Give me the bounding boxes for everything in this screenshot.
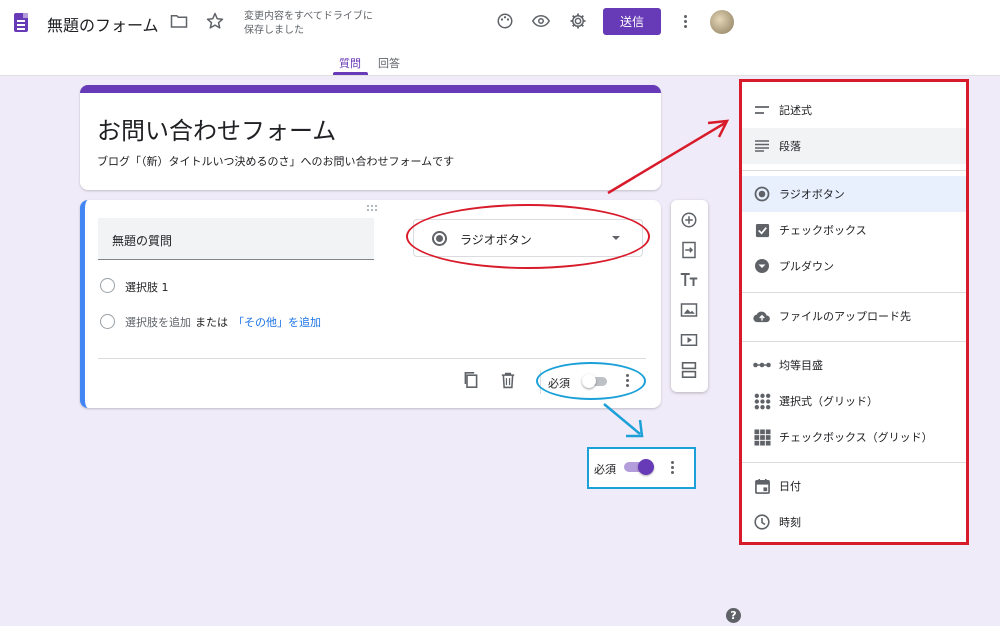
paragraph-icon xyxy=(753,137,771,155)
menu-item-checkbox-grid[interactable]: チェックボックス（グリッド） xyxy=(742,419,966,455)
question-type-menu: 記述式 段落 ラジオボタン チェックボックス プルダウン ファイルのアップロード… xyxy=(739,79,969,545)
or-text: または xyxy=(195,316,228,329)
form-title[interactable]: お問い合わせフォーム xyxy=(97,111,336,146)
drag-handle-icon[interactable] xyxy=(367,205,381,213)
type-highlight-ellipse xyxy=(406,204,650,269)
menu-item-radio[interactable]: ラジオボタン xyxy=(742,176,966,212)
import-questions-icon[interactable] xyxy=(679,240,699,260)
calendar-icon xyxy=(753,477,771,495)
add-option-radio-icon xyxy=(100,314,115,329)
menu-item-label: 均等目盛 xyxy=(779,359,823,372)
help-icon[interactable]: ? xyxy=(726,608,741,623)
menu-item-label: ラジオボタン xyxy=(779,188,845,201)
arrow-to-required-icon xyxy=(603,403,644,438)
add-image-icon[interactable] xyxy=(679,300,699,320)
card-divider xyxy=(98,358,646,359)
save-status-text: 変更内容をすべてドライブに保存しました xyxy=(244,11,373,36)
more-vert-icon[interactable] xyxy=(684,15,688,29)
required-highlight-ellipse xyxy=(536,362,646,400)
menu-item-label: 記述式 xyxy=(779,104,812,117)
menu-item-label: チェックボックス xyxy=(779,224,867,237)
required-toggle[interactable] xyxy=(624,459,656,475)
add-section-icon[interactable] xyxy=(679,360,699,380)
menu-item-label: 段落 xyxy=(779,140,801,153)
option-1-label[interactable]: 選択肢 1 xyxy=(125,279,169,295)
menu-item-short-answer[interactable]: 記述式 xyxy=(742,92,966,128)
add-other-link[interactable]: 「その他」を追加 xyxy=(233,314,321,330)
menu-separator xyxy=(742,170,966,171)
dropdown-icon xyxy=(753,257,771,275)
checkbox-icon xyxy=(753,221,771,239)
menu-item-label: 時刻 xyxy=(779,516,801,529)
cloud-upload-icon xyxy=(753,307,771,325)
preview-icon[interactable] xyxy=(532,12,550,30)
star-icon[interactable] xyxy=(206,12,224,30)
menu-item-linear-scale[interactable]: 均等目盛 xyxy=(742,347,966,383)
active-tab-indicator xyxy=(333,72,368,75)
menu-separator xyxy=(742,292,966,293)
question-toolbar xyxy=(671,200,708,392)
title-text-icon[interactable] xyxy=(679,270,699,290)
clock-icon xyxy=(753,513,771,531)
menu-item-checkbox[interactable]: チェックボックス xyxy=(742,212,966,248)
form-description[interactable]: ブログ「（新）タイトルいつ決めるのさ」へのお問い合わせフォームです xyxy=(97,153,454,169)
menu-item-label: 日付 xyxy=(779,480,801,493)
google-forms-icon[interactable] xyxy=(14,13,28,32)
menu-item-label: ファイルのアップロード先 xyxy=(779,310,911,323)
more-vert-icon[interactable] xyxy=(671,461,675,475)
top-app-bar: 無題のフォーム 変更内容をすべてドライブに保存しました 送信 質問 回答 xyxy=(0,0,1000,76)
palette-icon[interactable] xyxy=(496,12,514,30)
tab-responses[interactable]: 回答 xyxy=(378,55,400,71)
add-question-icon[interactable] xyxy=(679,210,699,230)
arrow-to-menu-icon xyxy=(607,119,730,195)
linear-scale-icon xyxy=(753,356,771,374)
menu-separator xyxy=(742,462,966,463)
question-title-input[interactable]: 無題の質問 xyxy=(98,218,374,260)
option-radio-icon xyxy=(100,278,115,293)
duplicate-icon[interactable] xyxy=(461,370,481,390)
required-zoom-box: 必須 xyxy=(587,447,696,489)
menu-item-label: チェックボックス（グリッド） xyxy=(779,431,933,444)
menu-item-file-upload[interactable]: ファイルのアップロード先 xyxy=(742,298,966,334)
menu-item-date[interactable]: 日付 xyxy=(742,468,966,504)
tab-questions[interactable]: 質問 xyxy=(339,55,361,71)
menu-item-time[interactable]: 時刻 xyxy=(742,504,966,540)
delete-icon[interactable] xyxy=(498,370,518,390)
menu-item-label: プルダウン xyxy=(779,260,834,273)
short-text-icon xyxy=(753,101,771,119)
checkbox-grid-icon xyxy=(753,428,771,446)
menu-item-paragraph[interactable]: 段落 xyxy=(742,128,966,164)
form-header-card[interactable]: お問い合わせフォーム ブログ「（新）タイトルいつ決めるのさ」へのお問い合わせフォ… xyxy=(80,85,661,190)
send-button[interactable]: 送信 xyxy=(603,8,661,35)
document-title[interactable]: 無題のフォーム xyxy=(47,12,159,36)
avatar[interactable] xyxy=(710,10,734,34)
menu-item-dropdown[interactable]: プルダウン xyxy=(742,248,966,284)
radio-grid-icon xyxy=(753,392,771,410)
folder-icon[interactable] xyxy=(170,12,188,30)
add-option-link[interactable]: 選択肢を追加 xyxy=(125,314,191,330)
menu-item-multiple-choice-grid[interactable]: 選択式（グリッド） xyxy=(742,383,966,419)
radio-button-icon xyxy=(753,185,771,203)
menu-separator xyxy=(742,341,966,342)
menu-item-label: 選択式（グリッド） xyxy=(779,395,878,408)
add-video-icon[interactable] xyxy=(679,330,699,350)
required-label: 必須 xyxy=(594,463,616,476)
settings-icon[interactable] xyxy=(569,12,587,30)
